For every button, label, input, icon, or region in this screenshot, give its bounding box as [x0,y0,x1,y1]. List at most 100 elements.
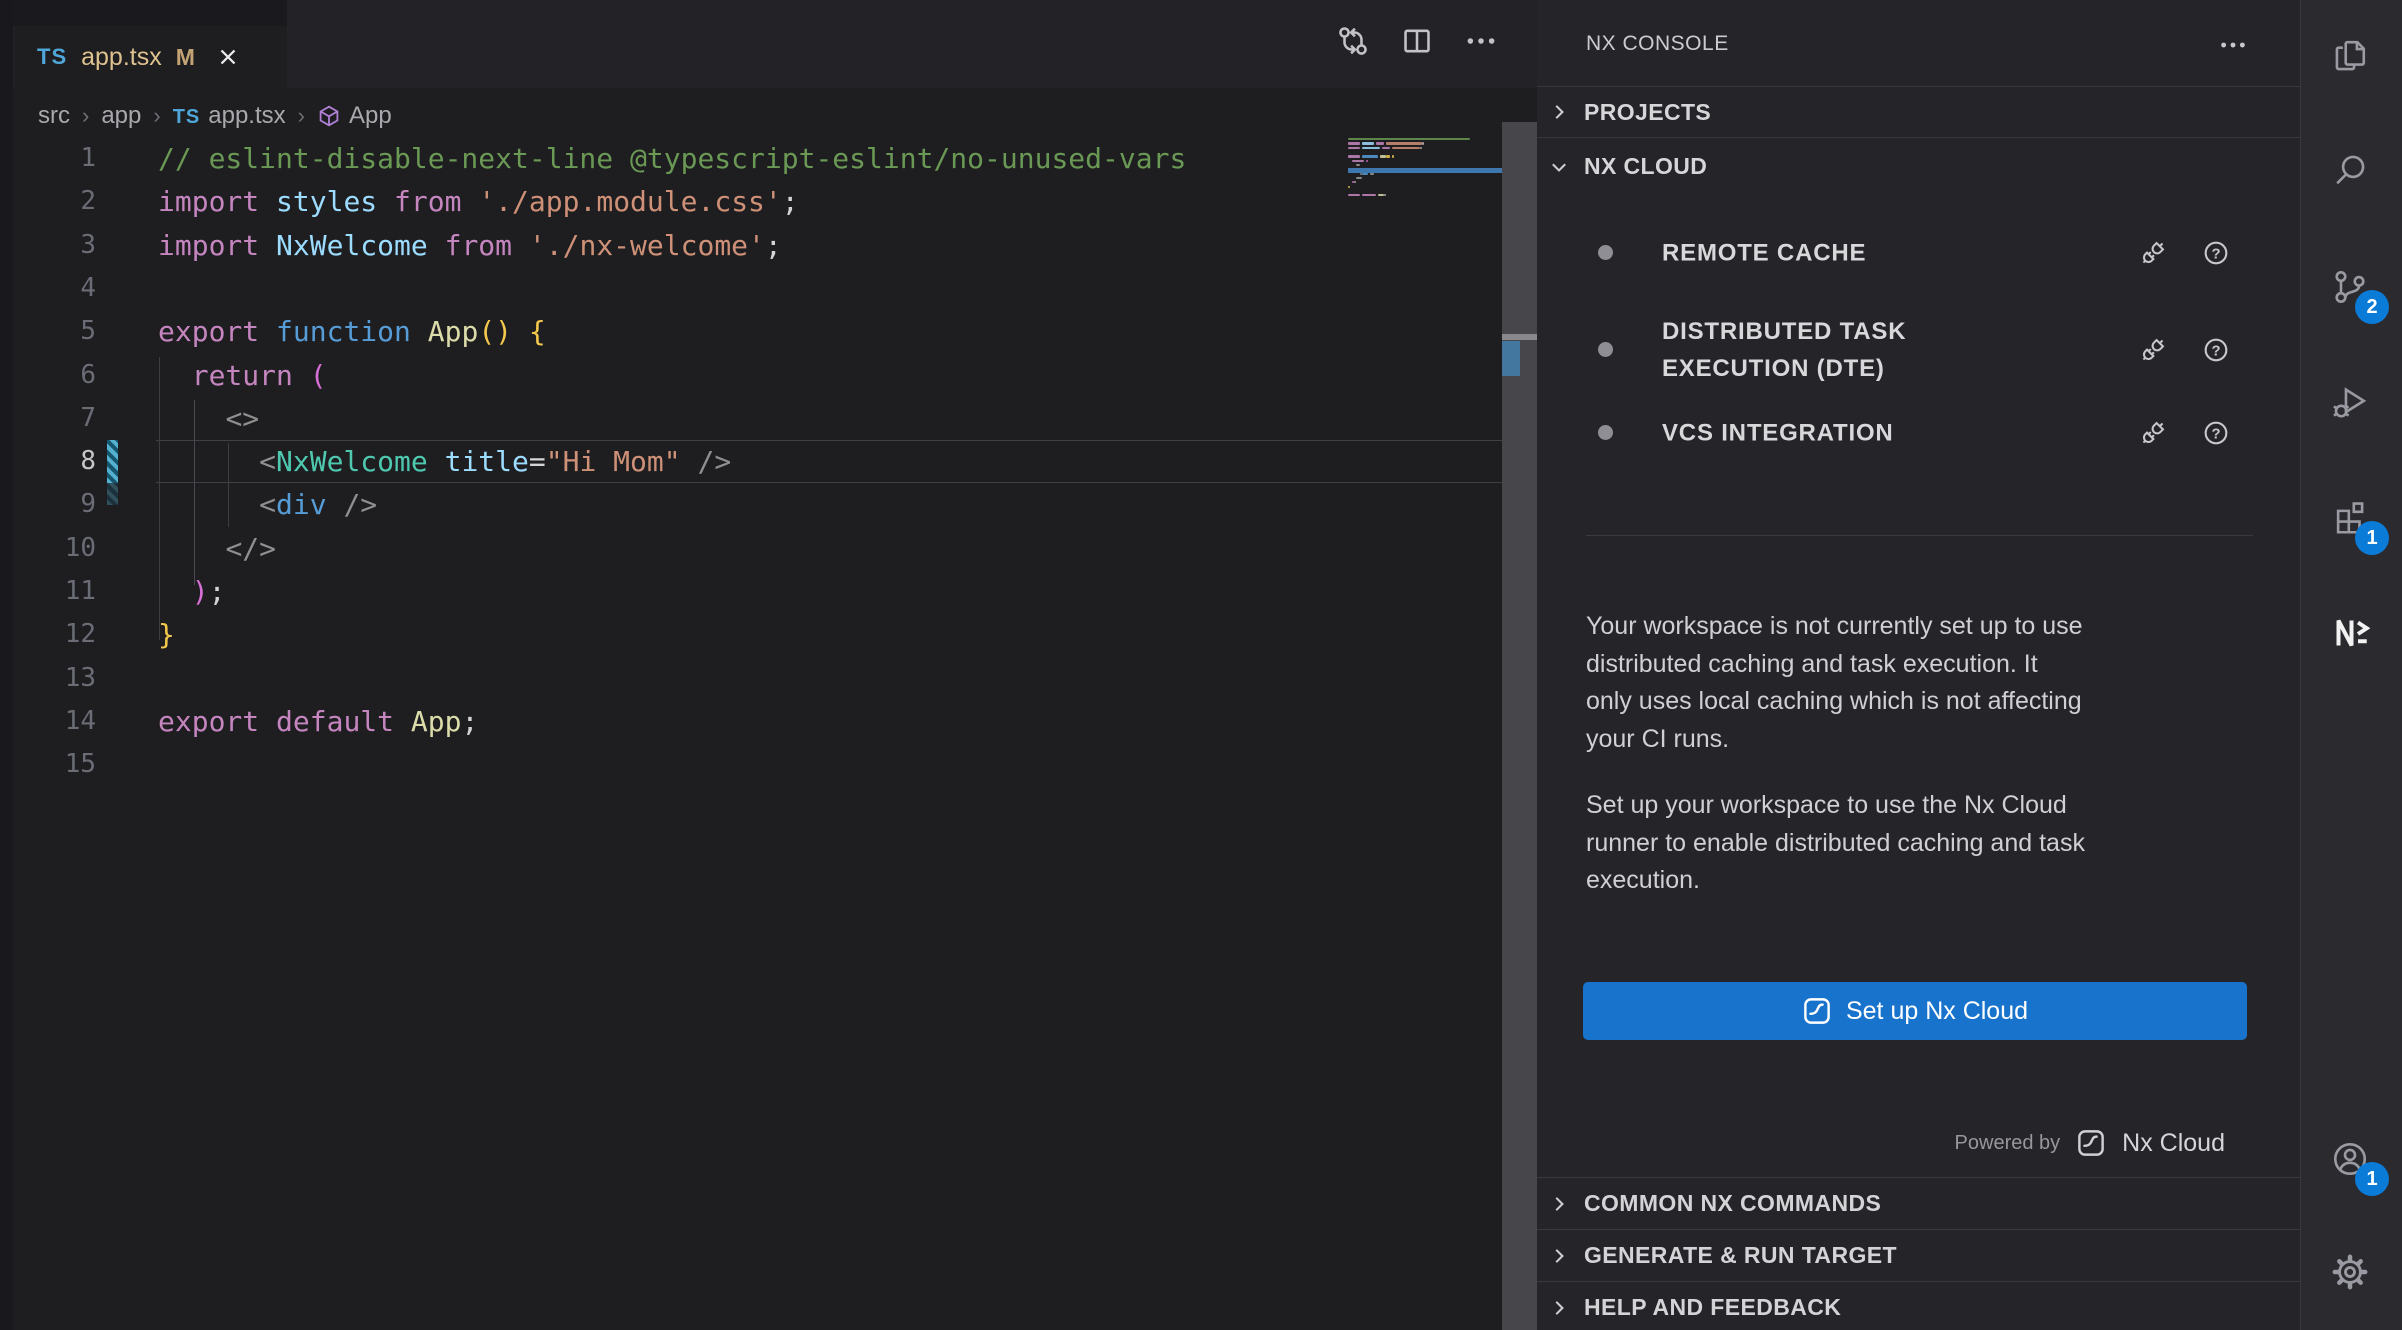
section-nx-cloud[interactable]: NX CLOUD [1537,137,2300,195]
code-text: return ( [158,354,327,397]
nx-console-panel: NX CONSOLE PROJECTS NX CLOUD REMOTE CACH… [1537,0,2300,1330]
code-text: } [158,613,175,656]
status-dot-icon [1598,342,1613,357]
status-dot-icon [1598,245,1613,260]
breadcrumb-label: app [101,102,141,130]
code-line-13[interactable]: 13 [0,657,1500,700]
search-icon[interactable] [2331,151,2371,191]
code-text: </> [158,527,276,570]
code-line-9[interactable]: 9 <div /> [0,483,1500,526]
line-number: 7 [0,397,96,440]
chevron-right-icon [1548,1193,1570,1215]
panel-more-actions-icon[interactable] [2218,30,2248,60]
code-line-3[interactable]: 3import NxWelcome from './nx-welcome'; [0,224,1500,267]
breadcrumb-item-src[interactable]: src [38,102,70,130]
code-line-10[interactable]: 10 </> [0,527,1500,570]
breadcrumb-label: src [38,102,70,130]
line-number: 11 [0,570,96,613]
code-line-8[interactable]: 8 <NxWelcome title="Hi Mom" /> [0,440,1500,483]
status-dot-icon [1598,425,1613,440]
breadcrumb-separator: › [153,103,160,129]
chevron-down-icon [1548,156,1570,178]
feature-row-vcs-integration[interactable]: VCS INTEGRATION? [1537,408,2300,458]
setup-suggestion-text: Set up your workspace to use the Nx Clou… [1586,787,2266,900]
git-modified-badge: M [176,44,195,71]
setup-nx-cloud-button[interactable]: Set up Nx Cloud [1583,982,2247,1040]
code-line-12[interactable]: 12} [0,613,1500,656]
extensions-badge: 1 [2355,521,2389,555]
feature-label: REMOTE CACHE [1662,235,1866,272]
settings-icon[interactable] [2331,1253,2371,1293]
minimap[interactable] [1348,138,1502,218]
breadcrumb-item-app-tsx[interactable]: TSapp.tsx [173,102,286,130]
line-number: 14 [0,700,96,743]
breadcrumb-item-app[interactable]: app [101,102,141,130]
connect-plug-icon[interactable] [2138,335,2168,365]
close-icon[interactable] [215,44,241,70]
line-number: 2 [0,180,96,223]
panel-bottom-sections: COMMON NX COMMANDS GENERATE & RUN TARGET H… [1537,1177,2300,1330]
scrollbar-band [1502,334,1537,340]
line-number: 8 [0,440,96,483]
tab-top-gap [0,0,287,26]
code-line-14[interactable]: 14export default App; [0,700,1500,743]
feature-label: VCS INTEGRATION [1662,415,1894,452]
editor-scrollbar[interactable] [1502,122,1537,1330]
explorer-icon[interactable] [2331,37,2371,77]
vscode-window: TS app.tsx M src›app›TSapp.tsx›App [0,0,2402,1330]
feature-label: DISTRIBUTED TASK EXECUTION (DTE) [1662,313,1906,387]
code-text: export function App() { [158,310,546,353]
line-number: 5 [0,310,96,353]
section-help-and-feedback[interactable]: HELP AND FEEDBACK [1537,1281,2300,1330]
source-control-badge: 2 [2355,290,2389,324]
more-actions-icon[interactable] [1464,24,1498,58]
code-line-7[interactable]: 7 <> [0,397,1500,440]
line-number: 1 [0,137,96,180]
help-icon[interactable]: ? [2202,239,2230,267]
code-line-1[interactable]: 1// eslint-disable-next-line @typescript… [0,137,1500,180]
line-number: 10 [0,527,96,570]
breadcrumb[interactable]: src›app›TSapp.tsx›App [38,96,392,136]
help-icon[interactable]: ? [2202,419,2230,447]
nx-console-icon[interactable] [2331,613,2371,653]
code-text: import NxWelcome from './nx-welcome'; [158,224,782,267]
line-number: 15 [0,743,96,786]
panel-title: NX CONSOLE [1586,0,1729,88]
connect-plug-icon[interactable] [2138,418,2168,448]
code-line-6[interactable]: 6 return ( [0,354,1500,397]
section-label: GENERATE & RUN TARGET [1584,1242,1897,1269]
code-line-4[interactable]: 4 [0,267,1500,310]
code-text: import styles from './app.module.css'; [158,180,799,223]
code-line-15[interactable]: 15 [0,743,1500,786]
section-common-nx-commands[interactable]: COMMON NX COMMANDS [1537,1177,2300,1229]
split-editor-icon[interactable] [1400,24,1434,58]
breadcrumb-label: App [349,102,392,130]
line-number: 12 [0,613,96,656]
feature-row-distributed-task-execution-dte-[interactable]: DISTRIBUTED TASK EXECUTION (DTE)? [1537,310,2300,390]
breadcrumb-separator: › [298,103,305,129]
section-label: HELP AND FEEDBACK [1584,1294,1841,1321]
svg-text:?: ? [2211,246,2220,262]
code-line-11[interactable]: 11 ); [0,570,1500,613]
typescript-file-icon: TS [37,44,67,70]
tab-app-tsx[interactable]: TS app.tsx M [15,26,287,88]
code-text: <> [158,397,259,440]
code-text: <NxWelcome title="Hi Mom" /> [158,440,731,483]
help-icon[interactable]: ? [2202,336,2230,364]
section-label: PROJECTS [1584,99,1711,126]
section-projects[interactable]: PROJECTS [1537,86,2300,137]
section-generate-run-target[interactable]: GENERATE & RUN TARGET [1537,1229,2300,1281]
breadcrumb-label: app.tsx [208,102,285,130]
code-line-2[interactable]: 2 import styles from './app.module.css'; [0,180,1500,223]
code-line-5[interactable]: 5 export function App() { [0,310,1500,353]
run-and-debug-icon[interactable] [2331,383,2371,423]
line-number: 9 [0,483,96,526]
feature-row-remote-cache[interactable]: REMOTE CACHE? [1537,228,2300,278]
chevron-right-icon [1548,1297,1570,1319]
connect-plug-icon[interactable] [2138,238,2168,268]
breadcrumb-item-app[interactable]: App [317,102,392,130]
open-changes-icon[interactable] [1336,24,1370,58]
nx-cloud-icon [1802,996,1832,1026]
setup-button-label: Set up Nx Cloud [1846,997,2028,1026]
section-label: COMMON NX COMMANDS [1584,1190,1881,1217]
